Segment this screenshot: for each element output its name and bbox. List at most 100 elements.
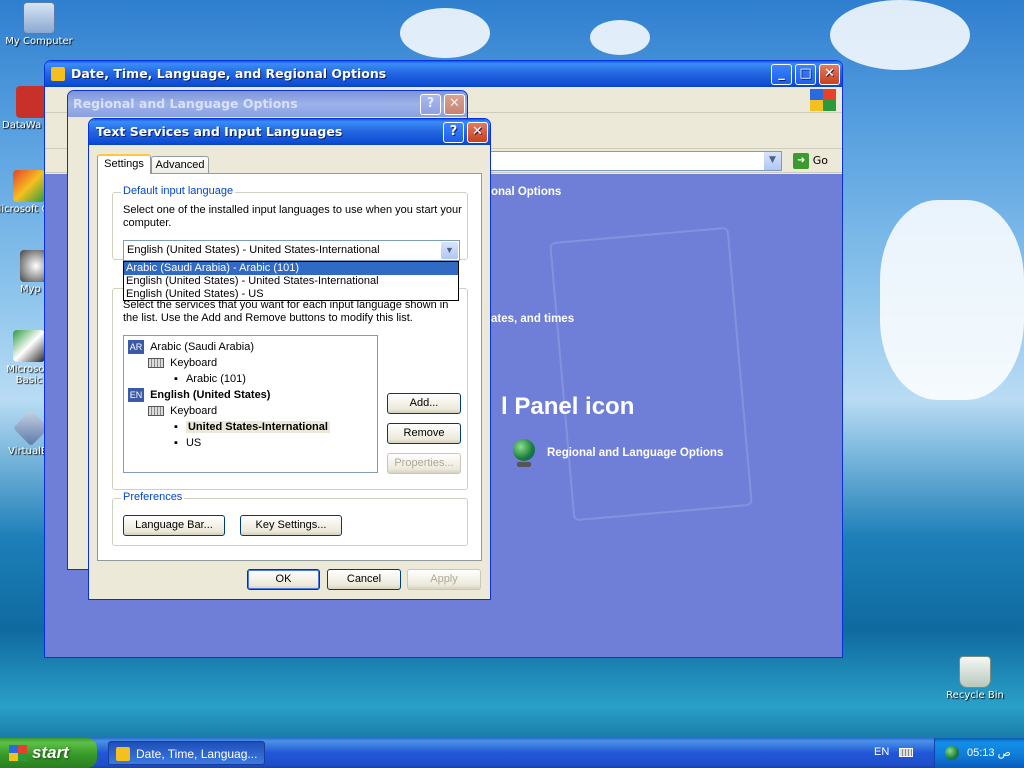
desktop-icon-label: My Computer [5,36,73,47]
services-description: Select the services that you want for ea… [123,299,449,324]
default-language-select[interactable]: English (United States) - United States-… [123,240,460,261]
dropdown-option[interactable]: English (United States) - US [124,288,458,300]
tree-item-language[interactable]: AR Arabic (Saudi Arabia) [128,339,254,355]
keyboard-icon[interactable] [899,748,913,757]
language-badge-icon: AR [128,340,144,355]
chevron-down-icon[interactable]: ▼ [764,152,781,170]
tree-item-layout[interactable]: ▪ Arabic (101) [174,371,246,387]
title-bar[interactable]: Date, Time, Language, and Regional Optio… [45,61,842,87]
go-button[interactable]: ➜ Go [793,152,828,170]
group-label: Default input language [121,185,236,197]
tab-advanced[interactable]: Advanced [151,156,209,174]
window-title: Text Services and Input Languages [96,124,343,139]
computer-icon [23,2,55,34]
remove-button[interactable]: Remove [387,423,461,444]
language-indicator[interactable]: EN [874,746,889,758]
desktop-icon-label: DataWa [2,120,42,131]
languages-tree[interactable]: AR Arabic (Saudi Arabia) Keyboard ▪ Arab… [123,335,378,473]
tab-settings[interactable]: Settings [97,154,151,174]
close-button[interactable]: ✕ [819,64,840,85]
maximize-button[interactable]: □ [795,64,816,85]
tree-item-keyboard[interactable]: Keyboard [148,355,217,371]
cloud [400,8,490,58]
control-panel-icon [116,747,130,761]
window-title: Regional and Language Options [73,96,298,111]
keyboard-icon [148,406,164,417]
tab-label: Settings [104,158,144,170]
bullet-icon: ▪ [174,437,178,449]
program-icon [13,330,45,362]
title-bar[interactable]: Text Services and Input Languages ? ✕ [89,119,490,145]
recycle-bin-icon [959,656,991,688]
keyboard-label: Keyboard [170,405,218,417]
desktop-icon-label: Recycle Bin [946,690,1004,701]
cloud [880,200,1024,400]
taskbar: start Date, Time, Languag... EN 05:13 ص [0,738,1024,768]
selected-value: English (United States) - United States-… [127,244,380,256]
desktop-icon-my-computer[interactable]: My Computer [2,2,76,47]
properties-button[interactable]: Properties... [387,453,461,474]
chevron-down-icon[interactable]: ▼ [441,242,458,259]
windows-logo-icon [810,89,836,111]
add-button[interactable]: Add... [387,393,461,414]
tree-item-layout[interactable]: ▪ US [174,435,201,451]
network-icon[interactable] [945,746,959,760]
preferences-group: Preferences Language Bar... Key Settings… [112,491,468,546]
clock[interactable]: 05:13 ص [967,746,1011,759]
start-button[interactable]: start [0,738,97,768]
cloud [590,20,650,55]
task-heading: onal Options [491,186,562,198]
help-button[interactable]: ? [443,122,464,143]
installed-services-group: Select the services that you want for ea… [112,288,468,490]
title-bar[interactable]: Regional and Language Options ? ✕ [68,91,467,117]
keyboard-icon [148,358,164,369]
tree-item-keyboard[interactable]: Keyboard [148,403,217,419]
panel-icon-heading: l Panel icon [501,393,635,420]
desktop-icon-label: Myp [20,284,41,295]
start-label: start [32,743,69,762]
tree-item-language[interactable]: EN English (United States) [128,387,270,403]
go-arrow-icon: ➜ [793,153,810,169]
help-button[interactable]: ? [420,94,441,115]
minimize-button[interactable]: _ [771,64,792,85]
group-label: Preferences [121,491,185,503]
windows-logo-icon [9,745,27,761]
watermark-graphic [549,226,753,522]
cloud [830,0,970,70]
globe-icon [513,439,539,469]
regional-language-link[interactable]: Regional and Language Options [547,447,723,459]
pick-task-link[interactable]: ates, and times [491,313,574,325]
tree-item-layout[interactable]: ▪ United States-International [174,419,330,435]
language-label: English (United States) [150,389,271,401]
default-description: Select one of the installed input langua… [123,204,462,229]
bullet-icon: ▪ [174,373,178,385]
desktop-icon-recycle-bin[interactable]: Recycle Bin [938,656,1012,701]
close-button[interactable]: ✕ [444,94,465,115]
layout-label: United States-International [185,421,330,433]
program-icon [13,170,45,202]
control-panel-icon [51,67,65,81]
window-title: Date, Time, Language, and Regional Optio… [71,66,387,81]
dropdown-option-selected[interactable]: Arabic (Saudi Arabia) - Arabic (101) [124,262,458,275]
ok-button[interactable]: OK [247,569,320,590]
close-button[interactable]: ✕ [467,122,488,143]
settings-tab-page: Default input language Select one of the… [97,173,482,561]
layout-label: US [185,437,202,449]
language-badge-icon: EN [128,388,144,403]
layout-label: Arabic (101) [185,373,246,385]
text-services-dialog: Text Services and Input Languages ? ✕ Se… [88,118,491,600]
go-label: Go [812,154,828,167]
language-label: Arabic (Saudi Arabia) [150,341,255,353]
default-language-dropdown[interactable]: Arabic (Saudi Arabia) - Arabic (101) Eng… [123,261,459,301]
cancel-button[interactable]: Cancel [327,569,401,590]
dropdown-option[interactable]: English (United States) - United States-… [124,275,458,288]
keyboard-label: Keyboard [170,357,218,369]
bullet-icon: ▪ [174,421,178,433]
taskbar-button-control-panel[interactable]: Date, Time, Languag... [108,741,265,765]
apply-button[interactable]: Apply [407,569,481,590]
tab-label: Advanced [155,159,205,171]
task-label: Date, Time, Languag... [136,747,258,761]
key-settings-button[interactable]: Key Settings... [240,515,342,536]
language-bar-button[interactable]: Language Bar... [123,515,225,536]
system-tray: 05:13 ص [934,738,1024,768]
